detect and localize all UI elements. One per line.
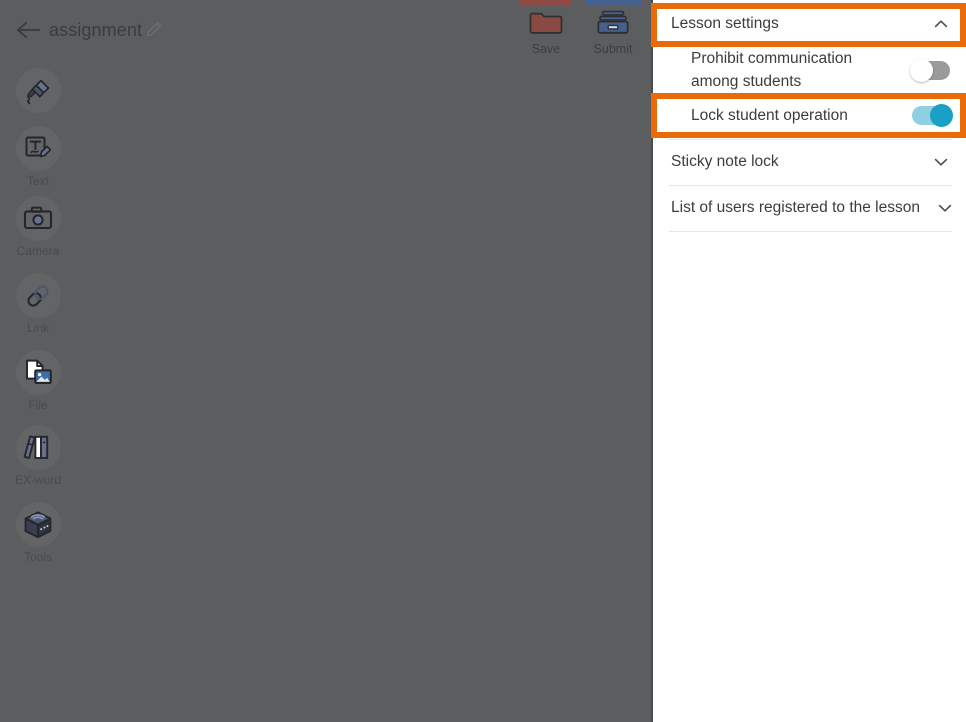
tray-inbox-icon [596, 8, 630, 38]
lesson-settings-panel: Lesson settings Prohibit communication a… [655, 0, 966, 722]
tool-item-tools-label: Tools [23, 550, 52, 564]
toggle-prohibit-communication[interactable] [910, 58, 950, 82]
setting-row-prohibit-communication[interactable]: Prohibit communication among students [655, 47, 966, 93]
canvas-right-edge [651, 0, 653, 722]
back-arrow-icon[interactable] [14, 16, 42, 44]
section-header-registered-users[interactable]: List of users registered to the lesson [655, 185, 966, 231]
toolbox-cube-icon [15, 502, 61, 547]
text-edit-icon [15, 126, 61, 171]
highlighter-pen-icon [15, 68, 61, 113]
tool-item-link[interactable]: Link [0, 273, 76, 335]
folder-icon [528, 8, 564, 38]
section-header-lesson-settings[interactable]: Lesson settings [655, 0, 966, 47]
pencil-edit-icon[interactable] [144, 19, 164, 39]
submit-button[interactable]: Submit [583, 8, 643, 60]
tool-item-file[interactable]: File [0, 350, 76, 412]
save-button[interactable]: Save [516, 8, 576, 60]
divider [669, 231, 952, 232]
tool-item-highlighter[interactable] [0, 68, 76, 116]
tool-item-exword[interactable]: EX-word [0, 425, 76, 487]
chevron-up-icon[interactable] [932, 15, 950, 33]
save-accent-strip [520, 0, 571, 5]
setting-label-prohibit-communication: Prohibit communication among students [691, 50, 853, 90]
submit-accent-strip [586, 0, 641, 5]
tool-item-link-label: Link [26, 321, 49, 335]
toggle-knob [910, 58, 933, 82]
toggle-lock-student-operation[interactable] [912, 103, 953, 127]
setting-label-lock-student-operation: Lock student operation [691, 106, 848, 124]
section-title-lesson-settings: Lesson settings [671, 14, 779, 32]
tool-item-camera[interactable]: Camera [0, 196, 76, 258]
camera-icon [15, 196, 61, 241]
app-window: assignment Save Submit Text Camera Link … [0, 0, 966, 722]
books-icon [15, 425, 61, 470]
file-image-icon [15, 350, 61, 395]
setting-row-lock-student-operation[interactable]: Lock student operation [655, 93, 966, 137]
document-title[interactable]: assignment [49, 16, 142, 44]
section-header-sticky-note-lock[interactable]: Sticky note lock [655, 139, 966, 185]
tool-item-exword-label: EX-word [14, 473, 61, 487]
section-title-registered-users: List of users registered to the lesson [671, 199, 920, 216]
chevron-down-icon[interactable] [936, 199, 954, 217]
tool-item-camera-label: Camera [16, 244, 60, 258]
chevron-down-icon[interactable] [932, 153, 950, 171]
tool-item-text[interactable]: Text [0, 126, 76, 188]
left-tool-rail: Text Camera Link File EX-word Tools [0, 62, 76, 722]
link-chain-icon [15, 273, 61, 318]
top-toolbar: assignment Save Submit [0, 0, 653, 60]
submit-button-label: Submit [593, 42, 633, 56]
dimmed-canvas-overlay: assignment Save Submit Text Camera Link … [0, 0, 653, 722]
tool-item-file-label: File [28, 398, 48, 412]
toggle-knob [930, 103, 953, 127]
save-button-label: Save [531, 42, 561, 56]
section-title-sticky-note-lock: Sticky note lock [671, 153, 779, 170]
tool-item-tools[interactable]: Tools [0, 502, 76, 564]
tool-item-text-label: Text [26, 174, 49, 188]
